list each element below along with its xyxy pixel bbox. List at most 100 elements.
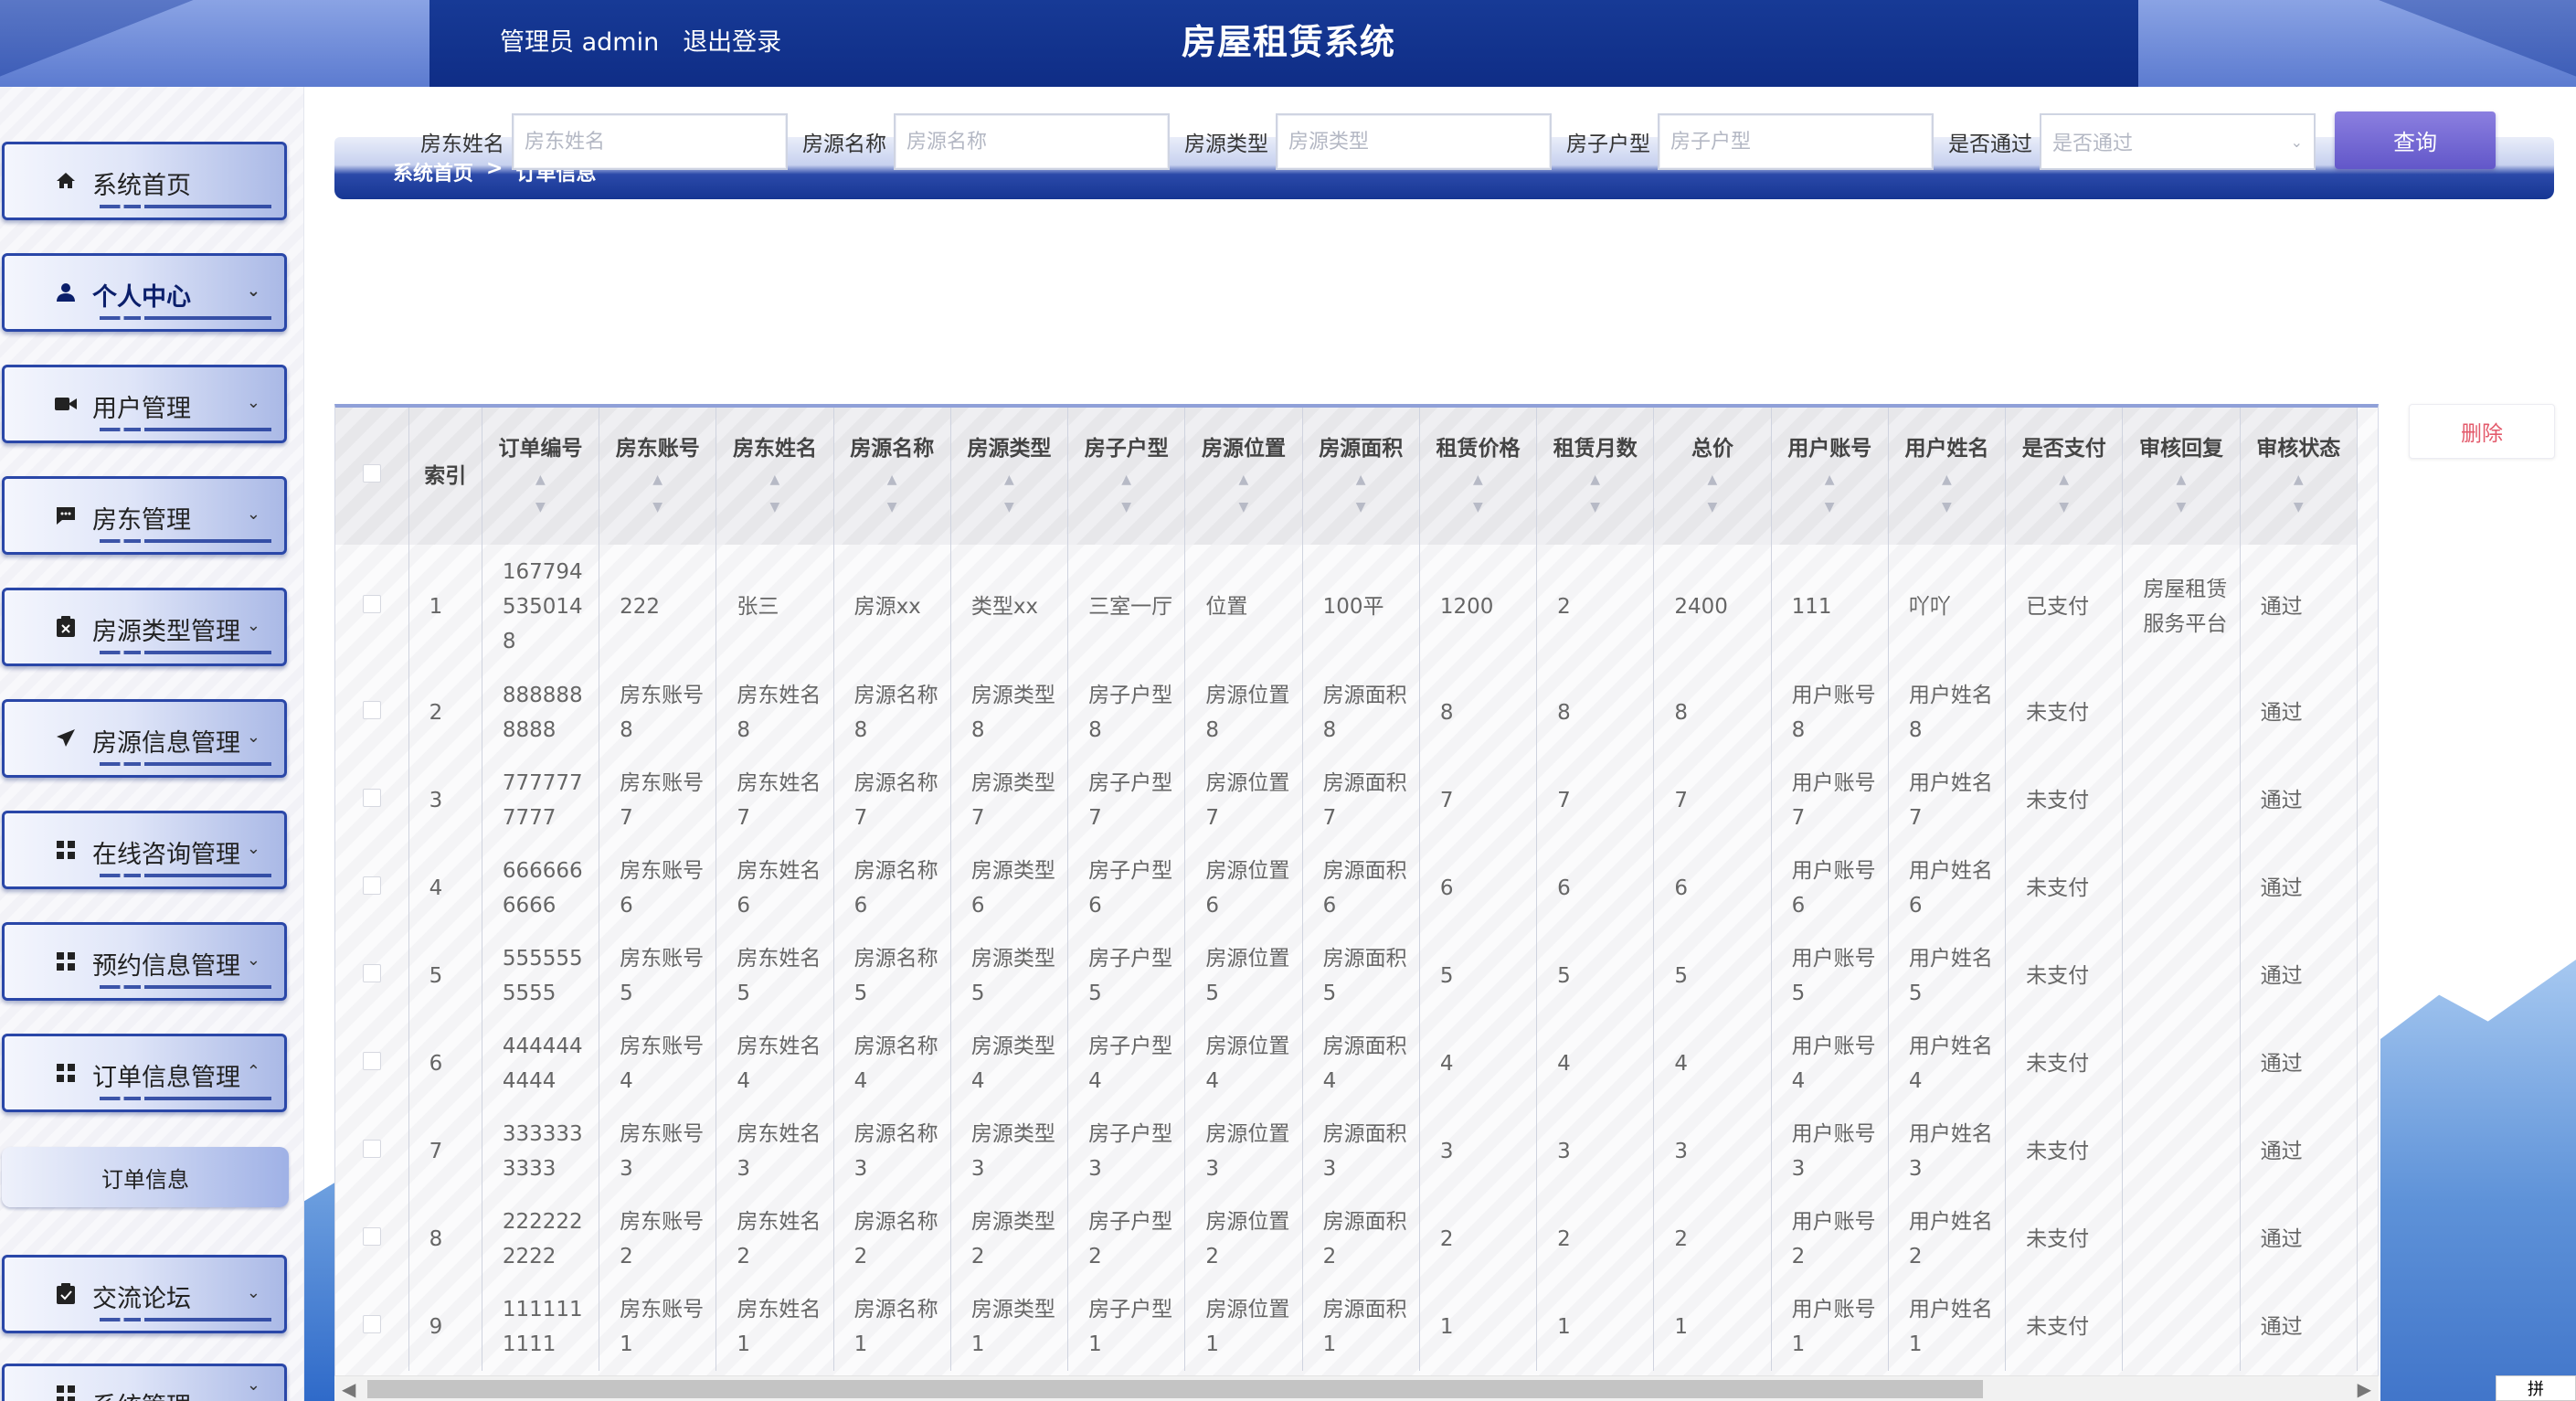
sidebar-item-profile[interactable]: 个人中心 ⌄: [2, 253, 287, 332]
column-header[interactable]: 租赁月数 ▲ ▼: [1536, 408, 1655, 545]
sort-icon[interactable]: ▲ ▼: [1894, 466, 1999, 521]
row-checkbox[interactable]: [362, 701, 381, 719]
sidebar-item-users[interactable]: 用户管理 ⌄: [2, 365, 287, 443]
sort-icon[interactable]: ▲ ▼: [488, 466, 593, 521]
table-row[interactable]: 9 1111111111 房东账号1 房东姓名1 房源名称1 房源类型1 房子户型1 房源位置…: [335, 1283, 2359, 1371]
column-header[interactable]: 房东姓名 ▲ ▼: [716, 408, 834, 545]
table-row[interactable]: 1 1677945350148 222 张三 房源xx 类型xx 三室一厅 位置 100平 120…: [335, 545, 2359, 669]
sidebar-item-orders[interactable]: 订单信息管理 ⌃: [2, 1034, 287, 1112]
column-header[interactable]: 用户账号 ▲ ▼: [1771, 408, 1889, 545]
sort-icon[interactable]: ▲ ▼: [1659, 466, 1765, 521]
sidebar-subitem-order-info[interactable]: 订单信息: [2, 1147, 289, 1207]
sort-icon[interactable]: ▲ ▼: [2246, 466, 2351, 521]
admin-bar: 管理员 admin 退出登录: [500, 25, 781, 61]
row-checkbox[interactable]: [362, 1052, 381, 1070]
table-cell: 未支付: [2005, 1195, 2124, 1283]
table-cell: 房东账号7: [599, 757, 717, 844]
landlord-name-input[interactable]: [512, 113, 788, 170]
table-row[interactable]: 8 2222222222 房东账号2 房东姓名2 房源名称2 房源类型2 房子户型2 房源位置…: [335, 1195, 2359, 1283]
sidebar-item-landlords[interactable]: 房东管理 ⌄: [2, 476, 287, 555]
horizontal-scrollbar[interactable]: ◀ ▶: [334, 1375, 2379, 1401]
row-checkbox[interactable]: [362, 1227, 381, 1246]
sort-icon[interactable]: ▲ ▼: [957, 466, 1062, 521]
table-cell: 8888888888: [482, 669, 600, 757]
table-cell: 未支付: [2005, 1108, 2124, 1195]
scroll-right-icon[interactable]: ▶: [2358, 1378, 2371, 1400]
menu-underline: [100, 651, 271, 654]
column-header[interactable]: 租赁价格 ▲ ▼: [1419, 408, 1538, 545]
sidebar-item-property-types[interactable]: 房源类型管理 ⌄: [2, 588, 287, 666]
table-cell: 通过: [2240, 669, 2359, 757]
chevron-down-icon: ⌄: [246, 727, 260, 747]
row-checkbox[interactable]: [362, 789, 381, 807]
scroll-left-icon[interactable]: ◀: [342, 1378, 355, 1400]
table-row[interactable]: 5 5555555555 房东账号5 房东姓名5 房源名称5 房源类型5 房子户型5 房源位置…: [335, 932, 2359, 1020]
column-header[interactable]: 审核状态 ▲ ▼: [2240, 408, 2359, 545]
table-row[interactable]: 2 8888888888 房东账号8 房东姓名8 房源名称8 房源类型8 房子户型8 房源位置…: [335, 669, 2359, 757]
video-icon: [52, 394, 80, 414]
table-row[interactable]: 7 3333333333 房东账号3 房东姓名3 房源名称3 房源类型3 房子户型3 房源位置…: [335, 1108, 2359, 1195]
chevron-down-icon: ⌄: [246, 504, 260, 524]
sort-icon[interactable]: ▲ ▼: [605, 466, 710, 521]
orders-table-container: 索引 订单编号 ▲ ▼ 房东账号 ▲ ▼ 房东姓名 ▲ ▼ 房源名称 ▲ ▼ 房源类型 ▲ ▼ 房子…: [334, 404, 2379, 1376]
row-checkbox[interactable]: [362, 1315, 381, 1333]
delete-button[interactable]: 删除: [2409, 404, 2555, 459]
sort-icon[interactable]: ▲ ▼: [1191, 466, 1296, 521]
sort-icon[interactable]: ▲ ▼: [1309, 466, 1414, 521]
sort-icon[interactable]: ▲ ▼: [1542, 466, 1648, 521]
scrollbar-thumb[interactable]: [367, 1380, 1983, 1398]
sidebar-item-forum[interactable]: 交流论坛 ⌄: [2, 1255, 287, 1333]
sidebar-item-consultation[interactable]: 在线咨询管理 ⌄: [2, 811, 287, 889]
sort-icon[interactable]: ▲ ▼: [840, 466, 945, 521]
column-header[interactable]: 房源名称 ▲ ▼: [833, 408, 951, 545]
query-button[interactable]: 查询: [2335, 111, 2496, 169]
sort-icon[interactable]: ▲ ▼: [1426, 466, 1531, 521]
sort-icon[interactable]: ▲ ▼: [1777, 466, 1882, 521]
sort-icon[interactable]: ▲ ▼: [2011, 466, 2116, 521]
column-header[interactable]: 房源类型 ▲ ▼: [950, 408, 1069, 545]
sidebar-item-property-info[interactable]: 房源信息管理 ⌄: [2, 699, 287, 778]
table-cell: 房源名称6: [833, 844, 951, 932]
column-header[interactable]: 订单编号 ▲ ▼: [482, 408, 600, 545]
sort-icon[interactable]: ▲ ▼: [2128, 466, 2233, 521]
column-header[interactable]: 总价 ▲ ▼: [1653, 408, 1772, 545]
house-layout-input[interactable]: [1658, 113, 1934, 170]
row-checkbox[interactable]: [362, 595, 381, 613]
column-header[interactable]: 审核回复 ▲ ▼: [2122, 408, 2241, 545]
row-checkbox[interactable]: [362, 1140, 381, 1158]
column-header[interactable]: 房东账号 ▲ ▼: [599, 408, 717, 545]
select-all-checkbox[interactable]: [362, 464, 381, 483]
table-cell: 用户账号2: [1771, 1195, 1889, 1283]
table-row[interactable]: 4 6666666666 房东账号6 房东姓名6 房源名称6 房源类型6 房子户型6 房源位置…: [335, 844, 2359, 932]
logout-link[interactable]: 退出登录: [683, 25, 781, 61]
column-header[interactable]: 房子户型 ▲ ▼: [1067, 408, 1186, 545]
sidebar-item-home[interactable]: 系统首页: [2, 142, 287, 220]
menu-underline: [100, 205, 271, 208]
sidebar-item-reservations[interactable]: 预约信息管理 ⌄: [2, 922, 287, 1001]
chevron-down-icon: ⌄: [246, 1375, 260, 1395]
table-cell: 房东姓名7: [716, 757, 834, 844]
column-header[interactable]: 房源面积 ▲ ▼: [1302, 408, 1420, 545]
table-cell: 用户姓名2: [1888, 1195, 2007, 1283]
row-checkbox[interactable]: [362, 876, 381, 895]
property-name-input[interactable]: [894, 113, 1170, 170]
table-cell: 房子户型5: [1067, 932, 1186, 1020]
row-checkbox[interactable]: [362, 964, 381, 982]
table-cell: 4: [1536, 1020, 1655, 1108]
table-row[interactable]: 3 7777777777 房东账号7 房东姓名7 房源名称7 房源类型7 房子户型7 房源位置…: [335, 757, 2359, 844]
row-select-cell: [335, 1283, 409, 1371]
column-header[interactable]: 房源位置 ▲ ▼: [1184, 408, 1303, 545]
sort-icon[interactable]: ▲ ▼: [1074, 466, 1179, 521]
chevron-up-icon: ⌃: [246, 1062, 260, 1081]
column-header[interactable]: 是否支付 ▲ ▼: [2005, 408, 2124, 545]
approved-select[interactable]: 是否通过 ⌄: [2040, 113, 2316, 170]
table-cell: 房源类型7: [950, 757, 1069, 844]
table-cell: 通过: [2240, 1020, 2359, 1108]
column-header[interactable]: 用户姓名 ▲ ▼: [1888, 408, 2007, 545]
table-row[interactable]: 6 4444444444 房东账号4 房东姓名4 房源名称4 房源类型4 房子户型4 房源位置…: [335, 1020, 2359, 1108]
sort-icon[interactable]: ▲ ▼: [722, 466, 827, 521]
sidebar-item-system[interactable]: 系统管理 ⌄: [2, 1364, 287, 1401]
property-type-input[interactable]: [1276, 113, 1552, 170]
admin-name: 管理员 admin: [500, 28, 660, 57]
table-cell: 房屋租赁服务平台: [2122, 545, 2241, 669]
